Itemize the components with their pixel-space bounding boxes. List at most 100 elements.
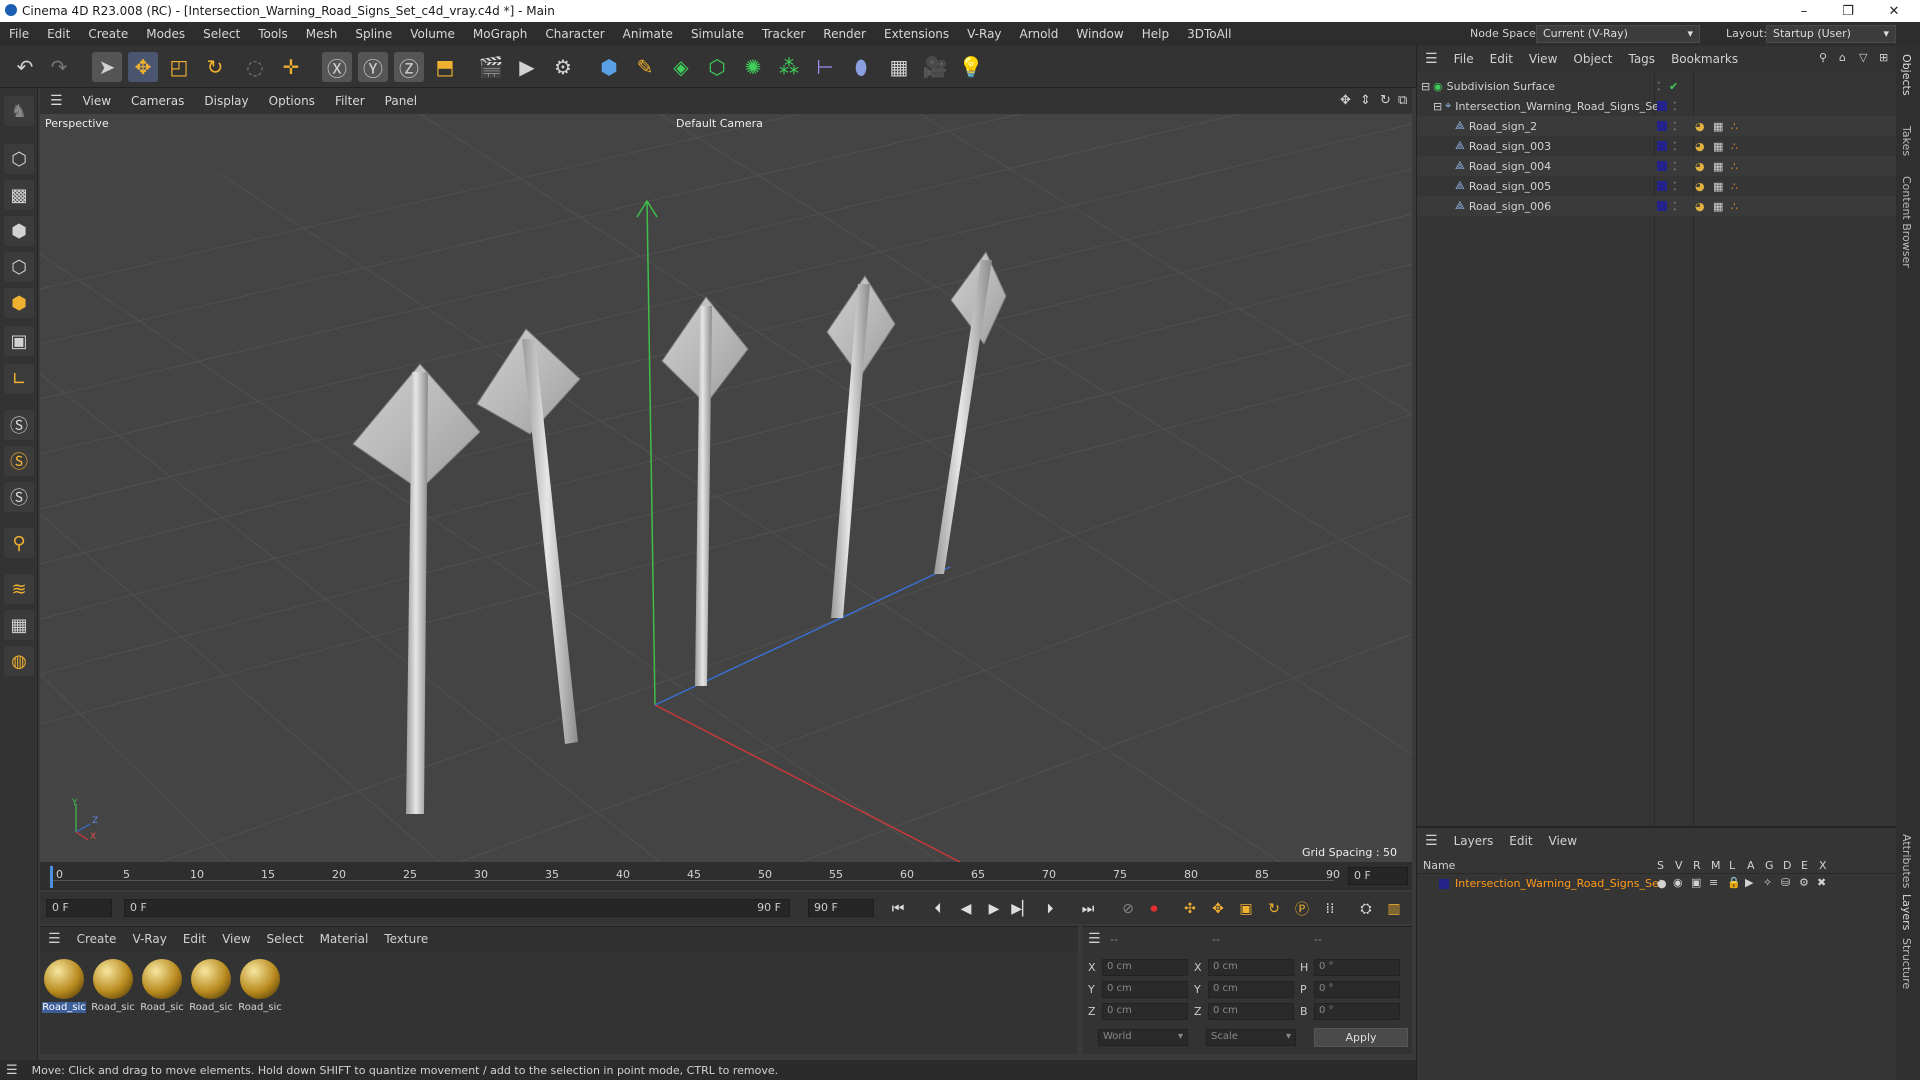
visibility-icon[interactable]: ⁚ bbox=[1673, 200, 1677, 213]
phong-tag-icon[interactable]: ∴ bbox=[1731, 140, 1738, 153]
om-menu-view[interactable]: View bbox=[1521, 52, 1565, 66]
manager-icon[interactable]: ≡ bbox=[1709, 876, 1718, 889]
collapse-icon[interactable]: ⊟ bbox=[1421, 80, 1433, 93]
phong-tag-icon[interactable]: ∴ bbox=[1731, 120, 1738, 133]
visibility-icon[interactable]: ⁚ bbox=[1657, 80, 1661, 93]
viewport-menu-view[interactable]: View bbox=[73, 94, 121, 108]
road-sign-5[interactable] bbox=[934, 251, 1007, 574]
road-sign-1[interactable] bbox=[352, 363, 481, 814]
previous-frame-icon[interactable]: ◀ bbox=[954, 898, 978, 920]
maximize-button[interactable]: ❐ bbox=[1826, 0, 1870, 22]
visibility-icon[interactable]: ⁚ bbox=[1673, 140, 1677, 153]
phong-tag-icon[interactable]: ∴ bbox=[1731, 180, 1738, 193]
tab-layers[interactable]: Layers bbox=[1900, 894, 1913, 930]
end-frame-field[interactable]: 90 F bbox=[808, 899, 874, 917]
om-menu-object[interactable]: Object bbox=[1565, 52, 1620, 66]
lock-icon[interactable]: 🔒 bbox=[1727, 876, 1741, 889]
z-axis-lock-icon[interactable]: Ⓩ bbox=[394, 52, 424, 82]
deformer-icon[interactable]: ⛁ bbox=[1781, 876, 1790, 889]
cloner-icon[interactable]: ✺ bbox=[738, 52, 768, 82]
menu-edit[interactable]: Edit bbox=[38, 27, 79, 41]
menu-file[interactable]: File bbox=[0, 27, 38, 41]
menu-tools[interactable]: Tools bbox=[249, 27, 297, 41]
render-picture-viewer-icon[interactable]: ▶ bbox=[512, 52, 542, 82]
hamburger-icon[interactable]: ☰ bbox=[1088, 931, 1101, 947]
move-tool-icon[interactable]: ✥ bbox=[128, 52, 158, 82]
texture-tag-icon[interactable]: ▦ bbox=[1713, 140, 1723, 153]
om-menu-bookmarks[interactable]: Bookmarks bbox=[1663, 52, 1746, 66]
hamburger-icon[interactable]: ☰ bbox=[40, 931, 69, 947]
tab-content-browser[interactable]: Content Browser bbox=[1900, 176, 1913, 268]
object-row[interactable]: ⟁ Road_sign_005 ⁚ ◕ ▦ ∴ bbox=[1417, 176, 1897, 196]
lock-workplane-icon[interactable]: ◍ bbox=[4, 646, 34, 676]
model-mode-icon[interactable]: ⬡ bbox=[4, 144, 34, 174]
tab-takes[interactable]: Takes bbox=[1900, 126, 1913, 156]
pos-y-field[interactable]: 0 cm bbox=[1102, 981, 1188, 998]
key-rotation-icon[interactable]: ↻ bbox=[1262, 898, 1286, 920]
object-row[interactable]: ⟁ Road_sign_2 ⁚ ◕ ▦ ∴ bbox=[1417, 116, 1897, 136]
size-z-field[interactable]: 0 cm bbox=[1208, 1003, 1294, 1020]
texture-tag-icon[interactable]: ▦ bbox=[1713, 200, 1723, 213]
menu-vray[interactable]: V-Ray bbox=[958, 27, 1010, 41]
layer-color-swatch[interactable] bbox=[1439, 879, 1449, 889]
snap-s1-icon[interactable]: Ⓢ bbox=[4, 410, 34, 440]
menu-animate[interactable]: Animate bbox=[614, 27, 682, 41]
layer-name[interactable]: Intersection_Warning_Road_Signs_Set bbox=[1455, 877, 1663, 890]
snap-s3-icon[interactable]: Ⓢ bbox=[4, 482, 34, 512]
visibility-icon[interactable]: ⁚ bbox=[1673, 100, 1677, 113]
deformer-icon[interactable]: ⊢ bbox=[810, 52, 840, 82]
viewport-menu-display[interactable]: Display bbox=[194, 94, 258, 108]
field-icon[interactable]: ⬮ bbox=[846, 52, 876, 82]
layers-menu-view[interactable]: View bbox=[1541, 834, 1585, 848]
menu-mograph[interactable]: MoGraph bbox=[464, 27, 537, 41]
search-icon[interactable]: ⚲ bbox=[1819, 51, 1827, 64]
point-mode-icon[interactable]: ⬢ bbox=[4, 216, 34, 246]
hamburger-icon[interactable]: ☰ bbox=[6, 1063, 18, 1078]
om-menu-file[interactable]: File bbox=[1446, 52, 1482, 66]
timeline-ruler[interactable]: 0 5 10 15 20 25 30 35 40 45 50 55 60 65 … bbox=[40, 862, 1412, 890]
floor-icon[interactable]: ▦ bbox=[884, 52, 914, 82]
playhead[interactable] bbox=[50, 866, 53, 888]
mograph-icon[interactable]: ⁂ bbox=[774, 52, 804, 82]
mat-menu-edit[interactable]: Edit bbox=[175, 932, 214, 946]
mat-menu-create[interactable]: Create bbox=[69, 932, 125, 946]
object-row[interactable]: ⊟ ⌖ Intersection_Warning_Road_Signs_Set … bbox=[1417, 96, 1897, 116]
redo-icon[interactable]: ↷ bbox=[44, 52, 74, 82]
xref-icon[interactable]: ✖ bbox=[1817, 876, 1826, 889]
om-menu-edit[interactable]: Edit bbox=[1482, 52, 1521, 66]
key-position-icon[interactable]: ✣ bbox=[1178, 898, 1202, 920]
menu-tracker[interactable]: Tracker bbox=[753, 27, 814, 41]
visibility-icon[interactable]: ⁚ bbox=[1673, 120, 1677, 133]
current-frame-field[interactable]: 0 F bbox=[1348, 867, 1408, 885]
object-row[interactable]: ⊟ ◉ Subdivision Surface ⁚ ✔ bbox=[1417, 76, 1897, 96]
undo-icon[interactable]: ↶ bbox=[10, 52, 40, 82]
layer-color-swatch[interactable] bbox=[1657, 101, 1667, 111]
transform-mode-select[interactable]: Scale ▾ bbox=[1206, 1029, 1296, 1046]
rot-b-field[interactable]: 0 ° bbox=[1314, 1003, 1400, 1020]
previous-key-icon[interactable]: ⏴ bbox=[926, 898, 950, 920]
camera-icon[interactable]: 🎥 bbox=[920, 52, 950, 82]
snap-s2-icon[interactable]: Ⓢ bbox=[4, 446, 34, 476]
close-button[interactable]: ✕ bbox=[1872, 0, 1916, 22]
rot-p-field[interactable]: 0 ° bbox=[1314, 981, 1400, 998]
extrude-icon[interactable]: ⬡ bbox=[702, 52, 732, 82]
key-scale-icon[interactable]: ▣ bbox=[1234, 898, 1258, 920]
phong-tag-icon[interactable]: ∴ bbox=[1731, 160, 1738, 173]
menu-extensions[interactable]: Extensions bbox=[875, 27, 958, 41]
next-key-icon[interactable]: ⏵ bbox=[1038, 898, 1062, 920]
magnet-icon[interactable]: ⚲ bbox=[4, 528, 34, 558]
menu-simulate[interactable]: Simulate bbox=[682, 27, 753, 41]
expression-icon[interactable]: ⚙ bbox=[1799, 876, 1809, 889]
menu-help[interactable]: Help bbox=[1133, 27, 1178, 41]
layout-select[interactable]: Startup (User) ▾ bbox=[1766, 25, 1896, 43]
live-selection-icon[interactable]: ◌ bbox=[240, 52, 270, 82]
coordinate-mode-select[interactable]: World ▾ bbox=[1098, 1029, 1188, 1046]
spline-pen-icon[interactable]: ✎ bbox=[630, 52, 660, 82]
material-tag-icon[interactable]: ◕ bbox=[1695, 140, 1705, 153]
texture-mode-icon[interactable]: ▩ bbox=[4, 180, 34, 210]
edge-mode-icon[interactable]: ⬡ bbox=[4, 252, 34, 282]
tab-objects[interactable]: Objects bbox=[1900, 54, 1913, 96]
autokey-icon[interactable]: ⊘ bbox=[1116, 898, 1140, 920]
solo-icon[interactable]: ● bbox=[1657, 877, 1667, 890]
menu-character[interactable]: Character bbox=[536, 27, 613, 41]
